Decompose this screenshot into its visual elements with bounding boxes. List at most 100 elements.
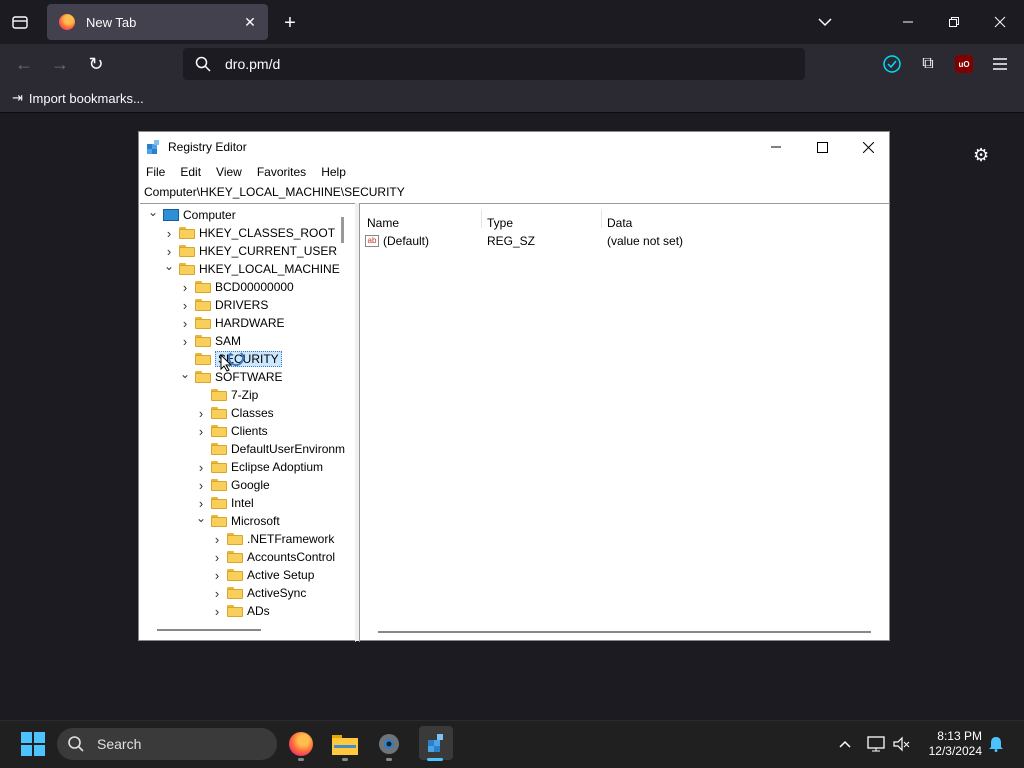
column-separator[interactable] [481,210,482,228]
reg-maximize-button[interactable] [799,132,845,162]
chevron-right-icon[interactable]: › [195,460,207,475]
chevron-up-icon[interactable] [836,735,854,753]
menu-favorites[interactable]: Favorites [250,162,314,182]
reg-close-button[interactable] [845,132,891,162]
menu-file[interactable]: File [139,162,173,182]
tree-item[interactable]: › Google [195,476,270,494]
volume-muted-icon[interactable] [892,735,912,753]
chevron-right-icon[interactable]: › [211,604,223,619]
tree-item[interactable]: › Clients [195,422,268,440]
value-row[interactable]: ab (Default) REG_SZ (value not set) [365,232,885,250]
chevron-right-icon[interactable]: › [211,550,223,565]
tree-item[interactable]: › Eclipse Adoptium [195,458,323,476]
notification-bell-icon[interactable] [987,735,1005,753]
menu-view[interactable]: View [209,162,250,182]
tree-item[interactable]: › HARDWARE [179,314,285,332]
folder-icon [195,335,211,347]
chevron-down-icon[interactable]: ⌄ [163,259,175,273]
reload-icon[interactable]: ↻ [86,54,106,74]
tab-close-icon[interactable]: ✕ [240,14,260,31]
list-all-tabs-icon[interactable] [815,12,835,32]
forward-arrow-icon[interactable]: → [50,54,70,74]
firefox-taskbar-icon[interactable] [287,730,315,758]
tree-item[interactable]: ⌄ Microsoft [195,511,280,530]
back-arrow-icon[interactable]: ← [14,54,34,74]
column-header-name[interactable]: Name [367,216,399,230]
column-header-data[interactable]: Data [607,216,632,230]
sync-check-icon[interactable] [882,54,902,74]
tree-item[interactable]: DefaultUserEnvironm [195,440,345,458]
taskbar-clock[interactable]: 8:13 PM 12/3/2024 [918,729,982,759]
column-header-type[interactable]: Type [487,216,513,230]
import-bookmarks-link[interactable]: ⇥ Import bookmarks... [12,90,144,106]
hamburger-menu-icon[interactable] [990,54,1010,74]
chevron-down-icon[interactable]: ⌄ [195,511,207,525]
import-icon: ⇥ [12,90,23,105]
chevron-right-icon[interactable]: › [179,334,191,349]
network-icon[interactable] [866,735,886,753]
chevron-right-icon[interactable]: › [179,316,191,331]
chevron-right-icon[interactable]: › [163,226,175,241]
chevron-right-icon[interactable]: › [179,298,191,313]
tree-item[interactable]: › HKEY_CLASSES_ROOT [163,224,335,242]
column-separator[interactable] [601,210,602,228]
chevron-right-icon[interactable]: › [195,496,207,511]
windows-start-icon[interactable] [19,730,47,758]
tree-item[interactable]: › ActiveSync [211,584,307,602]
running-indicator [386,758,392,761]
close-window-icon[interactable] [990,12,1010,32]
values-list: Name Type Data ab (Default) REG_SZ (valu… [359,203,890,642]
chevron-right-icon[interactable]: › [179,280,191,295]
tree-item[interactable]: › Active Setup [211,566,315,584]
chevron-right-icon[interactable]: › [211,532,223,547]
tree-item-label: Computer [183,208,236,222]
ublock-origin-icon[interactable]: uO [955,55,973,73]
taskbar-search-box[interactable]: Search [57,728,277,760]
tree-item[interactable]: › SAM [179,332,241,350]
tree-horizontal-scrollbar[interactable] [157,629,261,631]
folder-icon [179,263,195,275]
extensions-puzzle-icon[interactable]: ⧉ [918,54,938,74]
tree-item[interactable]: › HKEY_CURRENT_USER [163,242,337,260]
tab-new-tab[interactable]: New Tab ✕ [47,4,268,40]
minimize-window-icon[interactable] [898,12,918,32]
url-bar[interactable]: dro.pm/d [183,48,805,80]
tree-item[interactable]: › BCD00000000 [179,278,294,296]
chevron-right-icon[interactable]: › [195,424,207,439]
chevron-down-icon[interactable]: ⌄ [147,205,159,219]
chevron-right-icon[interactable]: › [195,478,207,493]
folder-icon [195,353,211,365]
tree-item[interactable]: ⌄ HKEY_LOCAL_MACHINE [163,259,340,278]
tree-item-label: HARDWARE [215,316,285,330]
tree-item[interactable]: › .NETFramework [211,530,335,548]
chevron-right-icon[interactable]: › [163,244,175,259]
tree-item-label: DRIVERS [215,298,269,312]
values-horizontal-scrollbar[interactable] [378,631,871,633]
firefox-view-icon[interactable] [10,12,30,32]
tree-item[interactable]: › Classes [195,404,274,422]
registry-editor-taskbar-icon[interactable] [419,726,453,760]
chevron-down-icon[interactable]: ⌄ [179,367,191,381]
new-tab-button[interactable]: + [279,12,301,34]
address-bar[interactable]: Computer\HKEY_LOCAL_MACHINE\SECURITY [139,183,889,202]
tree-item[interactable]: › DRIVERS [179,296,269,314]
chevron-right-icon[interactable]: › [195,406,207,421]
folder-icon [179,227,195,239]
reg-minimize-button[interactable] [753,132,799,162]
tree-item[interactable]: ⌄ Computer [147,205,236,224]
tree-vertical-scrollbar[interactable] [341,217,344,243]
menu-edit[interactable]: Edit [173,162,209,182]
tree-item[interactable]: 7-Zip [195,386,258,404]
tree-item[interactable]: › ADs [211,602,270,620]
settings-gear-icon[interactable] [375,730,403,758]
restore-window-icon[interactable] [944,12,964,32]
menu-help[interactable]: Help [314,162,354,182]
gear-icon[interactable]: ⚙ [973,145,989,166]
chevron-right-icon[interactable]: › [211,586,223,601]
file-explorer-icon[interactable] [331,730,359,758]
chevron-right-icon[interactable]: › [211,568,223,583]
tree-item[interactable]: › AccountsControl [211,548,335,566]
tree-item[interactable]: › Intel [195,494,254,512]
